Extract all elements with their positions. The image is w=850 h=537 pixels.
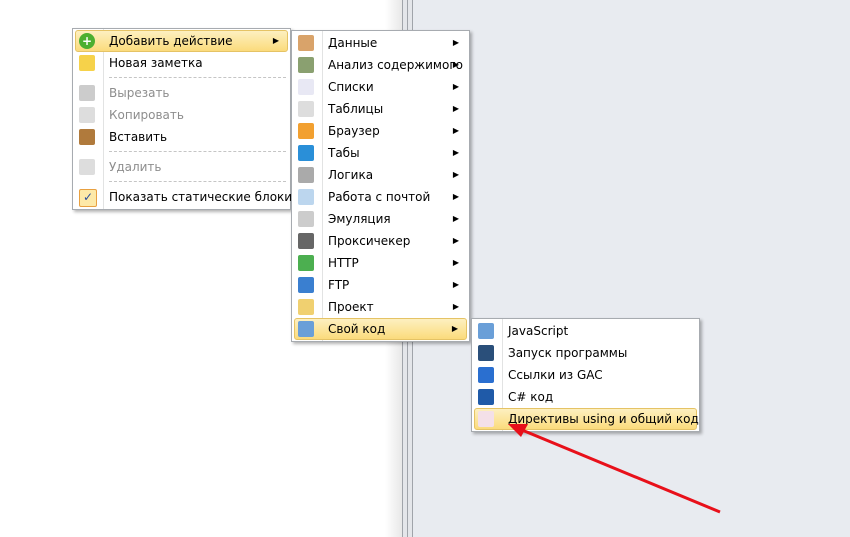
annotation-arrow (508, 424, 721, 514)
